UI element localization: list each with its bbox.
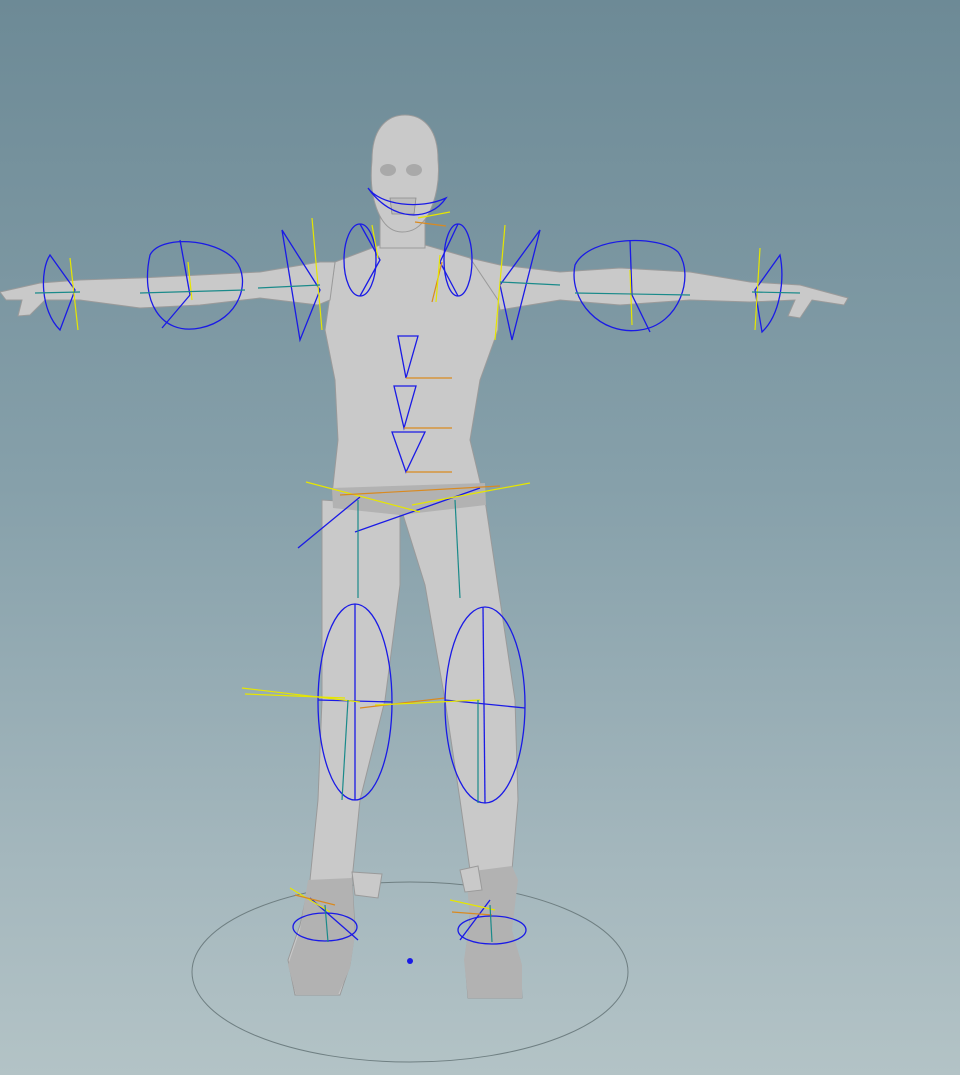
left-boot-flap [351,871,383,899]
torso [324,229,501,506]
right-eye-socket [406,164,422,176]
left-arm [0,261,336,317]
teeth [389,197,417,215]
left-wrist-joint[interactable] [34,253,81,332]
right-boot-flap [459,865,483,893]
root-pivot[interactable] [407,958,413,964]
3d-viewport[interactable] [0,0,960,1075]
left-eye-socket [380,164,396,176]
character-mesh[interactable] [0,114,849,999]
right-arm [468,257,849,319]
scene-canvas[interactable] [0,0,960,1075]
ground-circle[interactable] [191,881,629,1063]
